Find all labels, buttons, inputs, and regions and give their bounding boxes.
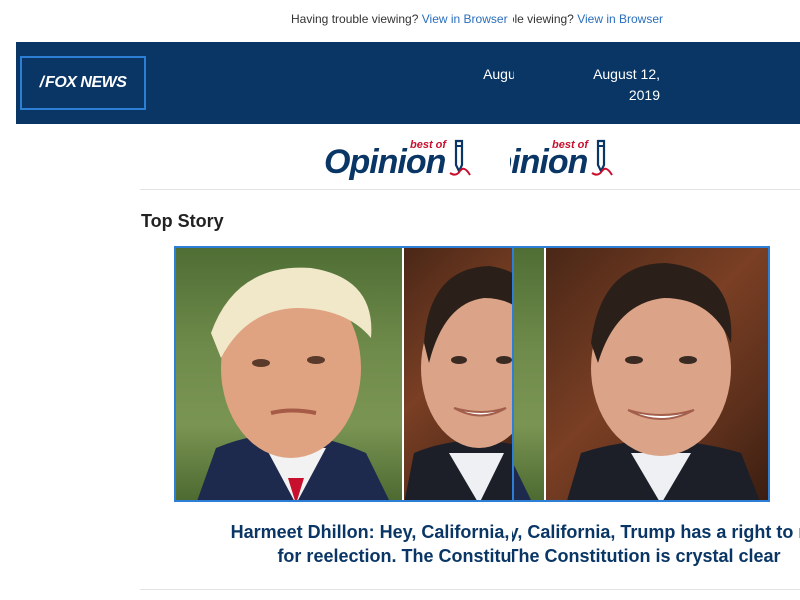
date-line-1: August 12, [483,66,514,82]
portrait-left-illustration [514,465,532,500]
issue-date: August 12, 2019 [440,64,514,104]
trouble-text: Having trouble viewing? [513,12,574,26]
best-of-text: best of [552,139,589,151]
portrait-right-illustration [567,263,760,500]
trouble-text: Having trouble viewing? [291,12,419,26]
divider [140,189,800,190]
fox-news-logo[interactable]: / FOX NEWS [20,56,146,110]
view-in-browser-link[interactable]: View in Browser [577,12,663,26]
section-title: Top Story [141,211,224,231]
divider [140,589,800,590]
portrait-left [176,248,402,500]
portrait-right [404,248,512,500]
date-line-2: 2019 [628,87,660,103]
headline-line-1: Harmeet Dhillon: Hey, California, Trump … [512,522,800,542]
story-headline-dup[interactable]: Harmeet Dhillon: Hey, California, Trump … [512,520,800,570]
story-headline[interactable]: Harmeet Dhillon: Hey, California, Trump … [140,520,512,570]
pencil-icon [449,139,471,176]
best-of-opinion-logo-dup: Opinion best of [510,135,622,185]
story-image[interactable] [174,246,514,502]
story-image-dup[interactable] [512,246,770,502]
headline-line-1: Harmeet Dhillon: Hey, California, Trump … [230,522,512,542]
view-in-browser-link[interactable]: View in Browser [422,12,508,26]
portrait-left-illustration [197,267,390,500]
trouble-viewing-bar-dup: Having trouble viewing? View in Browser [513,12,663,30]
logo-text: FOX NEWS [45,74,127,91]
best-of-opinion-logo: Opinion best of [322,135,480,185]
headline-line-2: for reelection. The Constitution is crys… [277,546,512,566]
headline-line-2: for reelection. The Constitution is crys… [512,546,781,566]
portrait-left [514,248,544,500]
pencil-icon [591,139,613,176]
trouble-viewing-bar: Having trouble viewing? View in Browser [291,12,513,30]
fox-slash-icon: / [39,74,45,91]
portrait-right [546,248,768,500]
portrait-right-illustration [404,266,512,500]
best-of-text: best of [410,139,447,151]
date-line-1: August 12, [593,66,660,82]
issue-date-dup: August 12, 2019 [580,64,662,104]
date-line-2: 2019 [450,85,514,104]
